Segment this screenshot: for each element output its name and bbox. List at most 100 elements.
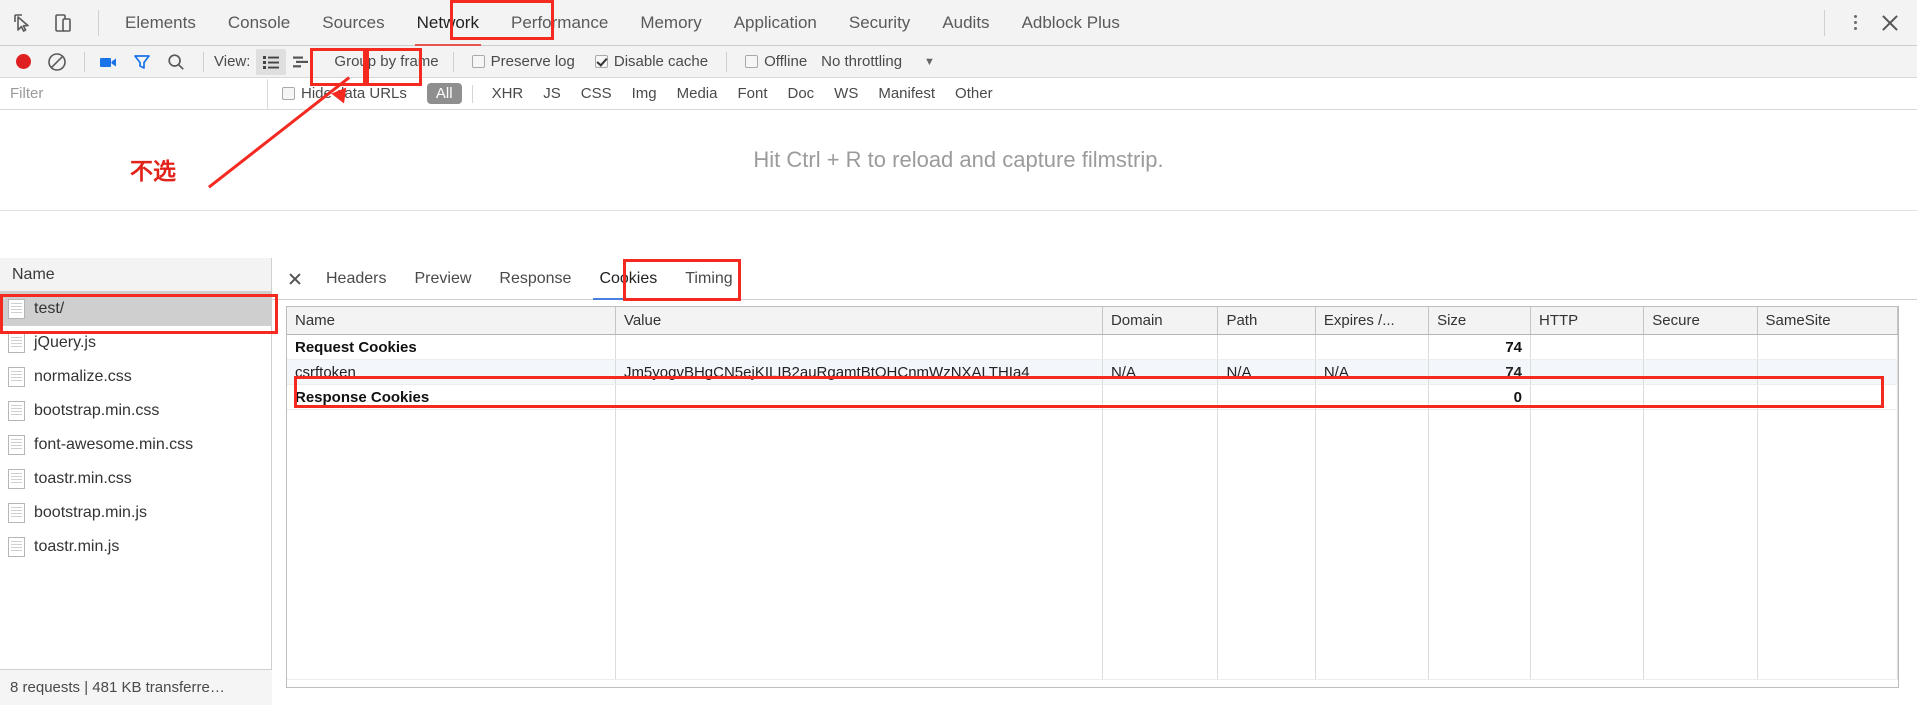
tab-console[interactable]: Console <box>212 0 306 46</box>
table-row[interactable]: csrftoken Jm5yogvBHgCN5ejKILIB2auRgamtBt… <box>287 359 1898 385</box>
record-icon[interactable] <box>8 48 38 76</box>
waterfall-view-icon[interactable] <box>286 49 316 75</box>
tab-memory[interactable]: Memory <box>624 0 717 46</box>
inspect-element-icon[interactable] <box>8 8 38 38</box>
cookies-table-wrapper: Name Value Domain Path Expires /... Size… <box>286 306 1899 688</box>
chevron-down-icon[interactable]: ▼ <box>924 56 935 68</box>
request-name: bootstrap.min.css <box>34 402 160 419</box>
table-row[interactable]: Request Cookies 74 <box>287 334 1898 360</box>
tab-cookies[interactable]: Cookies <box>585 258 671 300</box>
tab-response[interactable]: Response <box>485 258 585 300</box>
tab-network[interactable]: Network <box>401 0 495 46</box>
capture-screenshots-icon[interactable] <box>93 48 123 76</box>
request-list-header[interactable]: Name <box>0 258 271 292</box>
toolbar-divider <box>98 9 99 36</box>
cell-secure <box>1643 384 1758 410</box>
clear-icon[interactable] <box>42 48 72 76</box>
list-item[interactable]: normalize.css <box>0 360 271 394</box>
preserve-log-box[interactable] <box>471 55 485 68</box>
toolbar-divider-3 <box>452 51 454 72</box>
filmstrip-area: Hit Ctrl + R to reload and capture films… <box>0 110 1917 211</box>
col-samesite[interactable]: SameSite <box>1757 307 1898 335</box>
filter-type-xhr[interactable]: XHR <box>483 83 533 104</box>
request-name: toastr.min.css <box>34 470 132 487</box>
col-name[interactable]: Name <box>287 307 616 335</box>
list-item[interactable]: bootstrap.min.js <box>0 496 271 530</box>
filter-input[interactable] <box>0 78 268 109</box>
filler-cell <box>1217 409 1316 680</box>
offline-box[interactable] <box>745 55 759 68</box>
tab-audits[interactable]: Audits <box>926 0 1005 46</box>
document-icon <box>8 503 25 523</box>
tab-elements[interactable]: Elements <box>109 0 212 46</box>
filter-type-ws[interactable]: WS <box>825 83 867 104</box>
disable-cache-box[interactable] <box>594 55 608 68</box>
document-icon <box>8 333 25 353</box>
filter-icon[interactable] <box>127 48 157 76</box>
col-domain[interactable]: Domain <box>1102 307 1219 335</box>
table-filler-row <box>287 409 1898 680</box>
cell-http <box>1530 384 1645 410</box>
tab-timing[interactable]: Timing <box>671 258 746 300</box>
cookies-table: Name Value Domain Path Expires /... Size… <box>287 307 1898 680</box>
search-icon[interactable] <box>161 48 191 76</box>
cell-domain <box>1102 334 1219 360</box>
throttling-select[interactable]: No throttling <box>821 53 902 70</box>
filter-type-img[interactable]: Img <box>623 83 666 104</box>
tab-performance[interactable]: Performance <box>495 0 624 46</box>
filler-cell <box>1102 409 1219 680</box>
tab-preview[interactable]: Preview <box>400 258 485 300</box>
filter-divider <box>471 84 473 103</box>
close-details-icon[interactable] <box>278 262 312 296</box>
cell-path <box>1217 384 1316 410</box>
tab-security[interactable]: Security <box>833 0 926 46</box>
col-size[interactable]: Size <box>1428 307 1532 335</box>
filter-type-all[interactable]: All <box>426 83 462 104</box>
list-item[interactable]: jQuery.js <box>0 326 271 360</box>
filter-type-js[interactable]: JS <box>534 83 570 104</box>
col-expires[interactable]: Expires /... <box>1315 307 1430 335</box>
disable-cache-checkbox[interactable]: Disable cache <box>594 53 708 70</box>
list-item[interactable]: toastr.min.css <box>0 462 271 496</box>
request-name: font-awesome.min.css <box>34 436 194 453</box>
list-item[interactable]: test/ <box>0 292 271 326</box>
offline-checkbox[interactable]: Offline <box>745 53 807 70</box>
view-label: View: <box>214 53 251 70</box>
toolbar-divider-4 <box>726 51 728 72</box>
close-icon[interactable] <box>1875 8 1905 38</box>
hide-data-urls-checkbox[interactable]: Hide data URLs <box>282 85 407 102</box>
cookies-table-header-row: Name Value Domain Path Expires /... Size… <box>287 307 1898 335</box>
col-path[interactable]: Path <box>1217 307 1316 335</box>
list-item[interactable]: font-awesome.min.css <box>0 428 271 462</box>
filter-type-doc[interactable]: Doc <box>778 83 823 104</box>
col-value[interactable]: Value <box>615 307 1103 335</box>
filter-type-font[interactable]: Font <box>728 83 776 104</box>
list-item[interactable]: bootstrap.min.css <box>0 394 271 428</box>
filter-type-other[interactable]: Other <box>946 83 1002 104</box>
more-options-icon[interactable] <box>1841 9 1869 37</box>
tab-sources[interactable]: Sources <box>306 0 400 46</box>
filter-type-media[interactable]: Media <box>668 83 727 104</box>
cell-value <box>615 334 1103 360</box>
cell-secure <box>1643 359 1758 385</box>
tab-headers[interactable]: Headers <box>312 258 400 300</box>
filter-type-manifest[interactable]: Manifest <box>869 83 944 104</box>
cell-samesite <box>1757 334 1898 360</box>
preserve-log-checkbox[interactable]: Preserve log <box>471 53 575 70</box>
filler-cell <box>1530 409 1645 680</box>
hide-data-urls-box[interactable] <box>282 87 295 100</box>
tab-adblock-plus[interactable]: Adblock Plus <box>1006 0 1136 46</box>
group-by-frame-label[interactable]: Group by frame <box>334 53 438 70</box>
document-icon <box>8 367 25 387</box>
request-name: jQuery.js <box>34 334 96 351</box>
col-http[interactable]: HTTP <box>1530 307 1645 335</box>
col-secure[interactable]: Secure <box>1643 307 1758 335</box>
device-toolbar-icon[interactable] <box>48 8 78 38</box>
document-icon <box>8 299 25 319</box>
list-item[interactable]: toastr.min.js <box>0 530 271 564</box>
table-row[interactable]: Response Cookies 0 <box>287 384 1898 410</box>
cell-value: Jm5yogvBHgCN5ejKILIB2auRgamtBtOHCnmWzNXA… <box>615 359 1103 385</box>
tab-application[interactable]: Application <box>718 0 833 46</box>
filter-type-css[interactable]: CSS <box>572 83 621 104</box>
list-view-icon[interactable] <box>256 48 287 75</box>
